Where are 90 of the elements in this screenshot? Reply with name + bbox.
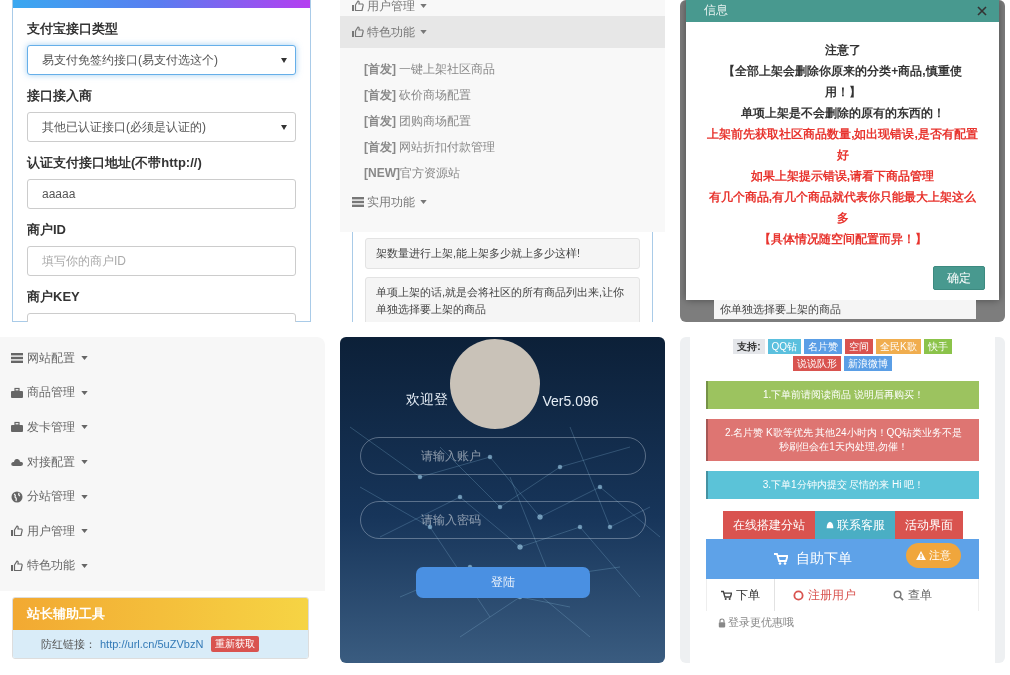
notice-banner: 3.下单1分钟内提交 尽情的来 Hi 吧！ <box>706 471 979 499</box>
menu-item[interactable]: [首发] 网站折扣付款管理 <box>340 134 665 160</box>
caret-icon <box>420 4 427 8</box>
caret-icon <box>81 390 88 395</box>
message-text: 注意了 <box>823 42 862 59</box>
cloud-icon <box>11 456 23 469</box>
thumbs-up-icon <box>11 525 23 538</box>
select-field[interactable]: 易支付免签约接口(易支付选这个) <box>27 45 296 75</box>
confirm-button[interactable]: 确定 <box>933 266 985 290</box>
cart-icon <box>773 553 788 565</box>
caret-icon <box>81 494 88 499</box>
caret-icon <box>81 425 88 430</box>
ring-icon <box>793 589 804 601</box>
notice-banner: 2.名片赞 K歌等优先 其他24小时内！QQ钻类业务不是秒刷但会在1天内处理,勿催！ <box>706 419 979 461</box>
sidebar-item[interactable]: 发卡管理 <box>0 410 325 445</box>
platform-tag: 全民K歌 <box>876 339 921 354</box>
background-text: 你单独选择要上架的商品 <box>714 300 976 319</box>
refresh-button[interactable]: 重新获取 <box>211 636 260 653</box>
menu-item[interactable]: [首发] 一键上架社区商品 <box>340 56 665 82</box>
sidebar-item[interactable]: 对接配置 <box>0 444 325 480</box>
platform-tag: 说说队形 <box>793 356 841 371</box>
sidebar-item[interactable]: 商品管理 <box>0 375 325 411</box>
action-button[interactable]: 在线搭建分站 <box>722 511 815 539</box>
menu-item[interactable]: [NEW]官方资源站 <box>340 160 665 186</box>
menu-item[interactable]: [首发] 砍价商场配置 <box>340 82 665 108</box>
message-text: 【具体情况随空间配置而异！】 <box>757 231 928 248</box>
caret-icon <box>420 30 427 34</box>
input-field[interactable]: 填写你的商户ID <box>27 246 296 276</box>
platform-tag: 新浪微博 <box>844 356 892 371</box>
version-text: Ver5.096 <box>542 393 599 409</box>
close-icon[interactable] <box>977 6 987 16</box>
field-label: 商户KEY <box>27 288 81 306</box>
tab[interactable]: 注册用户 <box>775 579 875 611</box>
caret-icon <box>81 529 88 534</box>
sidebar-item[interactable]: 分站管理 <box>0 479 325 514</box>
thumbs-up-icon <box>352 0 364 12</box>
briefcase-icon <box>11 386 23 399</box>
sidebar-item[interactable]: 特色功能 <box>0 548 325 584</box>
briefcase-icon <box>11 421 23 434</box>
link-label: 防红链接： <box>41 636 96 652</box>
list-icon <box>352 196 364 208</box>
caret-icon <box>281 57 287 63</box>
short-link[interactable]: http://url.cn/5uZVbzN <box>100 638 204 651</box>
lock-icon <box>718 617 726 628</box>
dialog-title: 信息 <box>704 4 728 16</box>
field-label: 接口接入商 <box>27 87 93 105</box>
message-text: 上架前先获取社区商品数量,如出现错误,是否有配置好 <box>706 126 979 164</box>
tab[interactable]: 查单 <box>875 579 951 611</box>
thumbs-up-icon <box>352 26 364 38</box>
message-text: 单项上架是不会删除的原有的东西的！ <box>739 105 946 122</box>
action-button[interactable]: 活动界面 <box>894 511 963 539</box>
list-icon <box>11 352 23 365</box>
order-title: 自助下单 <box>795 550 852 568</box>
caret-icon <box>81 563 88 568</box>
input-field[interactable]: aaaaa <box>27 179 296 209</box>
welcome-title: 欢迎登 <box>406 391 449 409</box>
field-label: 支付宝接口类型 <box>27 20 119 38</box>
card-title: 站长辅助工具 <box>27 605 105 624</box>
platform-tag: QQ钻 <box>767 339 802 354</box>
menu-section[interactable]: 实用功能 <box>340 186 665 218</box>
notice-banner: 1.下单前请阅读商品 说明后再购买！ <box>706 381 979 409</box>
select-field[interactable]: 其他已认证接口(必须是认证的) <box>27 112 296 142</box>
menu-section[interactable]: 特色功能 <box>340 16 665 48</box>
warning-icon <box>916 551 926 560</box>
support-label: 支持: <box>733 339 765 354</box>
note-text: 单项上架的话,就是会将社区的所有商品列出来,让你单独选择要上架的商品 <box>365 277 640 322</box>
globe-icon <box>11 490 23 503</box>
sidebar-item[interactable]: 用户管理 <box>0 513 325 549</box>
menu-section[interactable]: 用户管理 <box>340 0 665 16</box>
note-text: 架数量进行上架,能上架多少就上多少这样! <box>365 238 640 269</box>
login-button[interactable]: 登陆 <box>415 567 590 598</box>
thumbs-up-icon <box>11 559 23 572</box>
login-hint: 登录更优惠哦 <box>728 615 794 630</box>
caret-icon <box>81 356 88 361</box>
message-text: 【全部上架会删除你原来的分类+商品,慎重使用！】 <box>722 63 963 101</box>
field-label: 商户ID <box>27 221 67 239</box>
message-text: 有几个商品,有几个商品就代表你只能最大上架这么多 <box>707 189 978 227</box>
field-label: 认证支付接口地址(不带http://) <box>27 154 203 172</box>
caret-icon <box>420 200 427 204</box>
caret-icon <box>81 460 88 465</box>
platform-tag: 名片赞 <box>804 339 843 354</box>
caret-icon <box>281 124 287 130</box>
platform-tag: 快手 <box>923 339 952 354</box>
sidebar-item[interactable]: 网站配置 <box>0 341 325 376</box>
search-icon <box>893 589 904 601</box>
message-text: 如果上架提示错误,请看下商品管理 <box>749 168 936 185</box>
cart-icon <box>721 589 732 601</box>
menu-item[interactable]: [首发] 团购商场配置 <box>340 108 665 134</box>
platform-tag: 空间 <box>845 339 874 354</box>
action-button[interactable]: 联系客服 <box>814 511 895 539</box>
